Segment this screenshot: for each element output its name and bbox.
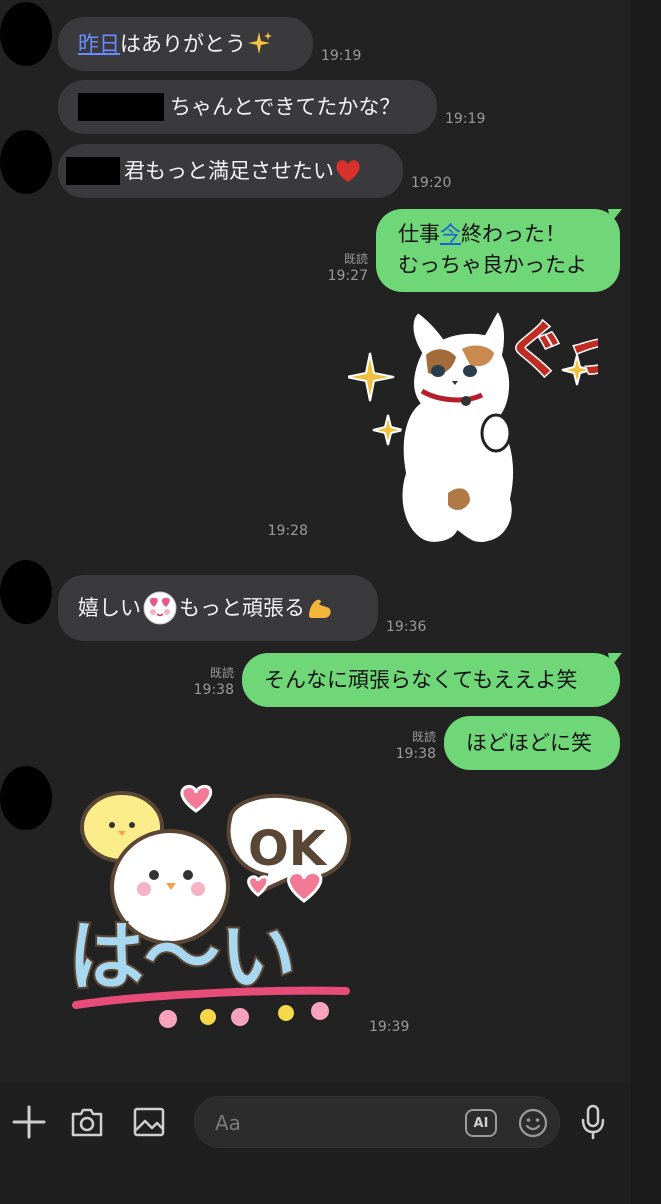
emoji-button[interactable] bbox=[517, 1107, 549, 1139]
cat-sticker-image: ぐっ bbox=[345, 306, 628, 546]
avatar[interactable] bbox=[0, 130, 52, 194]
read-receipt: 既読 19:38 bbox=[188, 665, 234, 699]
read-label: 既読 bbox=[411, 730, 436, 744]
voice-button[interactable] bbox=[575, 1104, 611, 1140]
camera-icon bbox=[71, 1108, 103, 1137]
message-text: ちゃんとできてたかな？ bbox=[170, 95, 401, 119]
avatar[interactable] bbox=[0, 2, 52, 66]
message-composer: AI bbox=[0, 1082, 631, 1204]
timestamp: 19:19 bbox=[445, 111, 486, 127]
redacted-name bbox=[66, 157, 120, 185]
message-line-1: 仕事今終わった！ bbox=[398, 219, 598, 250]
read-receipt: 既読 19:38 bbox=[390, 729, 436, 763]
read-label: 既読 bbox=[343, 252, 368, 266]
message-text: 仕事 bbox=[398, 222, 440, 246]
message-text: 君もっと満足させたい bbox=[124, 159, 334, 183]
plus-button[interactable] bbox=[11, 1104, 47, 1140]
side-strip bbox=[631, 0, 661, 1204]
read-receipt: 19:28 bbox=[262, 523, 308, 540]
message-text: はありがとう bbox=[120, 32, 246, 56]
message-text: ほどほどに笑 bbox=[466, 731, 592, 755]
timestamp: 19:36 bbox=[386, 619, 427, 635]
message-link[interactable]: 今 bbox=[440, 222, 461, 246]
message-text: そんなに頑張らなくてもええよ笑 bbox=[264, 668, 578, 692]
message-input-container[interactable]: AI bbox=[194, 1096, 560, 1148]
image-icon bbox=[133, 1107, 165, 1137]
sparkles-emoji bbox=[248, 32, 272, 54]
avatar[interactable] bbox=[0, 560, 52, 624]
flexed-biceps-emoji bbox=[309, 599, 331, 618]
message-text: 嬉しい bbox=[78, 596, 141, 620]
timestamp: 19:20 bbox=[411, 175, 452, 191]
message-bubble-outgoing[interactable]: ほどほどに笑 bbox=[444, 716, 620, 770]
read-receipt: 既読 19:27 bbox=[322, 251, 368, 285]
bird-sticker-image: OK は〜い bbox=[66, 785, 351, 1028]
message-bubble-outgoing[interactable]: 仕事今終わった！ むっちゃ良かったよ bbox=[376, 209, 620, 292]
timestamp: 19:38 bbox=[395, 746, 436, 762]
message-line-2: むっちゃ良かったよ bbox=[398, 253, 587, 277]
message-bubble-outgoing[interactable]: そんなに頑張らなくてもええよ笑 bbox=[242, 653, 620, 707]
emoji-icon bbox=[518, 1108, 548, 1138]
plus-icon bbox=[12, 1105, 46, 1139]
ai-icon: AI bbox=[473, 1115, 489, 1131]
bird-sticker[interactable]: OK は〜い bbox=[62, 783, 354, 1035]
message-text: もっと頑張る bbox=[179, 596, 305, 620]
redacted-name bbox=[78, 93, 164, 121]
sticker-text: ぐっ bbox=[506, 316, 598, 386]
timestamp: 19:28 bbox=[267, 523, 308, 539]
avatar[interactable] bbox=[0, 766, 52, 830]
read-label: 既読 bbox=[209, 666, 234, 680]
camera-button[interactable] bbox=[69, 1104, 105, 1140]
timestamp: 19:38 bbox=[193, 682, 234, 698]
message-input[interactable] bbox=[215, 1105, 455, 1141]
heart-eyes-emoji bbox=[143, 591, 177, 625]
ai-button[interactable]: AI bbox=[465, 1109, 497, 1137]
sticker-ok-text: OK bbox=[248, 821, 328, 877]
message-text: 終わった！ bbox=[461, 222, 566, 246]
heart-emoji bbox=[336, 160, 360, 182]
timestamp: 19:39 bbox=[369, 1019, 410, 1035]
microphone-icon bbox=[581, 1104, 605, 1140]
image-button[interactable] bbox=[131, 1104, 167, 1140]
timestamp: 19:27 bbox=[327, 268, 368, 284]
message-link[interactable]: 昨日 bbox=[78, 29, 120, 59]
message-bubble-incoming[interactable]: 昨日 はありがとう bbox=[58, 17, 313, 71]
message-bubble-incoming[interactable]: ちゃんとできてたかな？ bbox=[58, 80, 437, 134]
message-bubble-incoming[interactable]: 嬉しい もっと頑張る bbox=[58, 575, 378, 641]
timestamp: 19:19 bbox=[321, 48, 362, 64]
cat-sticker[interactable]: ぐっ bbox=[345, 303, 628, 558]
chat-area[interactable]: 昨日 はありがとう 19:19 ちゃんとできてたかな？ 19:19 君もっと満足さ… bbox=[0, 0, 631, 1082]
message-bubble-incoming[interactable]: 君もっと満足させたい bbox=[58, 144, 403, 198]
